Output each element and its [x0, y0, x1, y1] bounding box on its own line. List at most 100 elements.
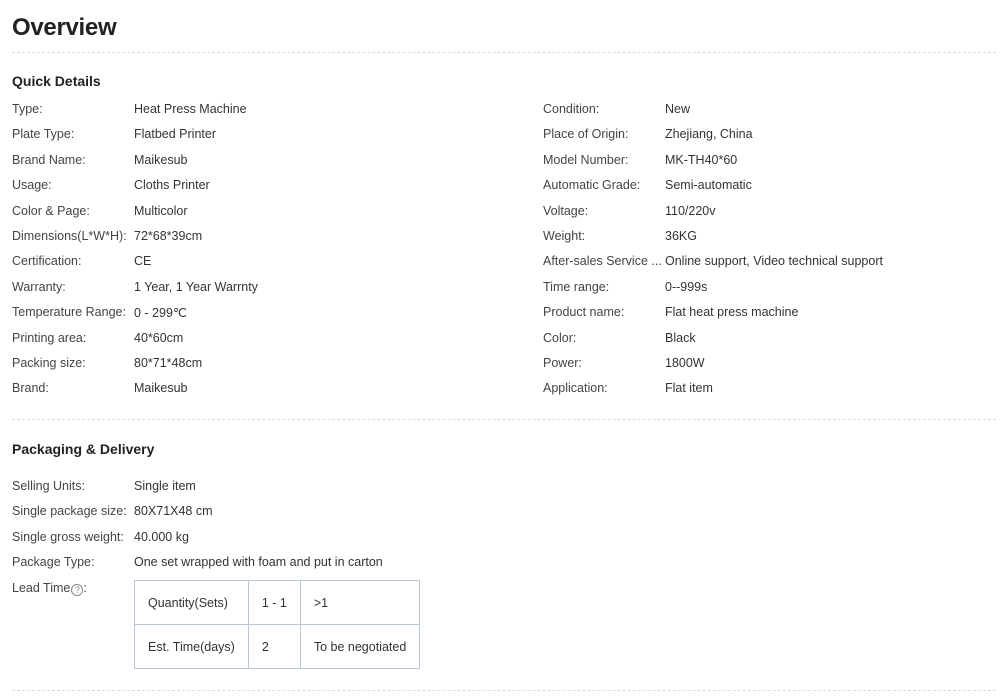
divider	[12, 419, 996, 420]
detail-row: Product name: Flat heat press machine	[543, 299, 993, 324]
detail-row: Time range: 0--999s	[543, 274, 993, 299]
lead-time-label: Lead Time?:	[12, 581, 134, 596]
detail-value: Maikesub	[134, 381, 188, 396]
detail-label: Plate Type:	[12, 127, 75, 142]
detail-label: Usage:	[12, 178, 52, 193]
detail-row: Type: Heat Press Machine	[12, 96, 532, 121]
quick-details-right-column: Condition: New Place of Origin: Zhejiang, …	[543, 96, 993, 401]
detail-label: Dimensions(L*W*H):	[12, 228, 127, 243]
detail-value: 1 Year, 1 Year Warrnty	[134, 279, 258, 294]
detail-value: CE	[134, 254, 152, 269]
detail-row: Warranty: 1 Year, 1 Year Warrnty	[12, 274, 532, 299]
detail-value: 0--999s	[665, 279, 708, 294]
detail-label: Place of Origin:	[543, 127, 629, 142]
packaging-value: 40.000 kg	[134, 529, 189, 544]
help-icon[interactable]: ?	[71, 583, 84, 596]
detail-label: Certification:	[12, 254, 82, 269]
quick-details-title: Quick Details	[12, 73, 101, 89]
detail-row: Brand: Maikesub	[12, 375, 532, 400]
detail-row: Brand Name: Maikesub	[12, 147, 532, 172]
detail-label: Weight:	[543, 228, 586, 243]
detail-value: 0 - 299℃	[134, 306, 187, 321]
detail-value: 36KG	[665, 228, 697, 243]
detail-value: Flat item	[665, 381, 713, 396]
detail-row: After-sales Service ... Online support, V…	[543, 248, 993, 273]
detail-label: Model Number:	[543, 152, 629, 167]
page-title: Overview	[12, 14, 117, 41]
packaging-label: Single package size:	[12, 504, 127, 519]
detail-label: Warranty:	[12, 279, 66, 294]
detail-row: Plate Type: Flatbed Printer	[12, 121, 532, 146]
detail-value: MK-TH40*60	[665, 152, 738, 167]
detail-row: Temperature Range: 0 - 299℃	[12, 299, 532, 324]
detail-label: Type:	[12, 102, 43, 116]
divider	[12, 690, 996, 691]
detail-row: Usage: Cloths Printer	[12, 172, 532, 197]
detail-row: Packing size: 80*71*48cm	[12, 350, 532, 375]
detail-row: Weight: 36KG	[543, 223, 993, 248]
detail-value: New	[665, 102, 691, 116]
detail-value: 40*60cm	[134, 330, 184, 345]
table-header-cell: 1 - 1	[247, 580, 301, 625]
detail-value: Zhejiang, China	[665, 127, 753, 142]
detail-label: Product name:	[543, 305, 625, 320]
packaging-label: Single gross weight:	[12, 529, 124, 544]
lead-time-text: Lead Time	[12, 580, 71, 595]
packaging-value: Single item	[134, 479, 196, 493]
detail-label: Brand:	[12, 381, 49, 396]
packaging-value: 80X71X48 cm	[134, 504, 213, 519]
table-cell: To be negotiated	[299, 624, 421, 669]
detail-row: Power: 1800W	[543, 350, 993, 375]
packaging-value: One set wrapped with foam and put in car…	[134, 555, 383, 570]
quick-details-left-column: Type: Heat Press Machine Plate Type: Flatb…	[12, 96, 532, 401]
packaging-label: Selling Units:	[12, 479, 85, 493]
detail-value: 1800W	[665, 355, 705, 370]
detail-value: Online support, Video technical support	[665, 254, 883, 269]
detail-label: Color:	[543, 330, 577, 345]
table-cell: Est. Time(days)	[134, 624, 249, 669]
detail-value: 110/220v	[665, 203, 716, 218]
detail-value: Black	[665, 330, 696, 345]
detail-row: Voltage: 110/220v	[543, 198, 993, 223]
detail-value: Cloths Printer	[134, 178, 210, 193]
detail-label: Color & Page:	[12, 203, 90, 218]
detail-value: Multicolor	[134, 203, 188, 218]
detail-row: Place of Origin: Zhejiang, China	[543, 121, 993, 146]
detail-label: Automatic Grade:	[543, 178, 641, 193]
table-row: Quantity(Sets) 1 - 1 >1	[134, 580, 421, 625]
detail-value: Flatbed Printer	[134, 127, 216, 142]
detail-label: Time range:	[543, 279, 610, 294]
table-header-cell: Quantity(Sets)	[134, 580, 249, 625]
detail-label: Packing size:	[12, 355, 86, 370]
detail-value: 80*71*48cm	[134, 355, 203, 370]
detail-row: Dimensions(L*W*H): 72*68*39cm	[12, 223, 532, 248]
detail-row: Printing area: 40*60cm	[12, 325, 532, 350]
table-header-cell: >1	[299, 580, 421, 625]
table-cell: 2	[247, 624, 301, 669]
detail-label: After-sales Service ...	[543, 254, 662, 269]
detail-label: Printing area:	[12, 330, 87, 345]
detail-label: Brand Name:	[12, 152, 86, 167]
divider	[12, 52, 996, 53]
detail-label: Application:	[543, 381, 608, 396]
detail-row: Condition: New	[543, 96, 993, 121]
detail-value: Semi-automatic	[665, 178, 752, 193]
detail-label: Condition:	[543, 102, 600, 116]
detail-value: 72*68*39cm	[134, 228, 203, 243]
detail-value: Heat Press Machine	[134, 102, 247, 116]
packaging-delivery-title: Packaging & Delivery	[12, 441, 155, 457]
detail-row: Application: Flat item	[543, 375, 993, 400]
lead-time-table: Quantity(Sets) 1 - 1 >1 Est. Time(days) …	[134, 580, 421, 669]
packaging-label: Package Type:	[12, 555, 95, 570]
detail-label: Temperature Range:	[12, 305, 126, 320]
lead-time-colon: :	[83, 580, 87, 595]
detail-row: Certification: CE	[12, 248, 532, 273]
detail-row: Color: Black	[543, 325, 993, 350]
detail-row: Automatic Grade: Semi-automatic	[543, 172, 993, 197]
detail-value: Flat heat press machine	[665, 305, 799, 320]
detail-label: Power:	[543, 355, 582, 370]
detail-row: Color & Page: Multicolor	[12, 198, 532, 223]
detail-value: Maikesub	[134, 152, 188, 167]
detail-label: Voltage:	[543, 203, 589, 218]
detail-row: Model Number: MK-TH40*60	[543, 147, 993, 172]
